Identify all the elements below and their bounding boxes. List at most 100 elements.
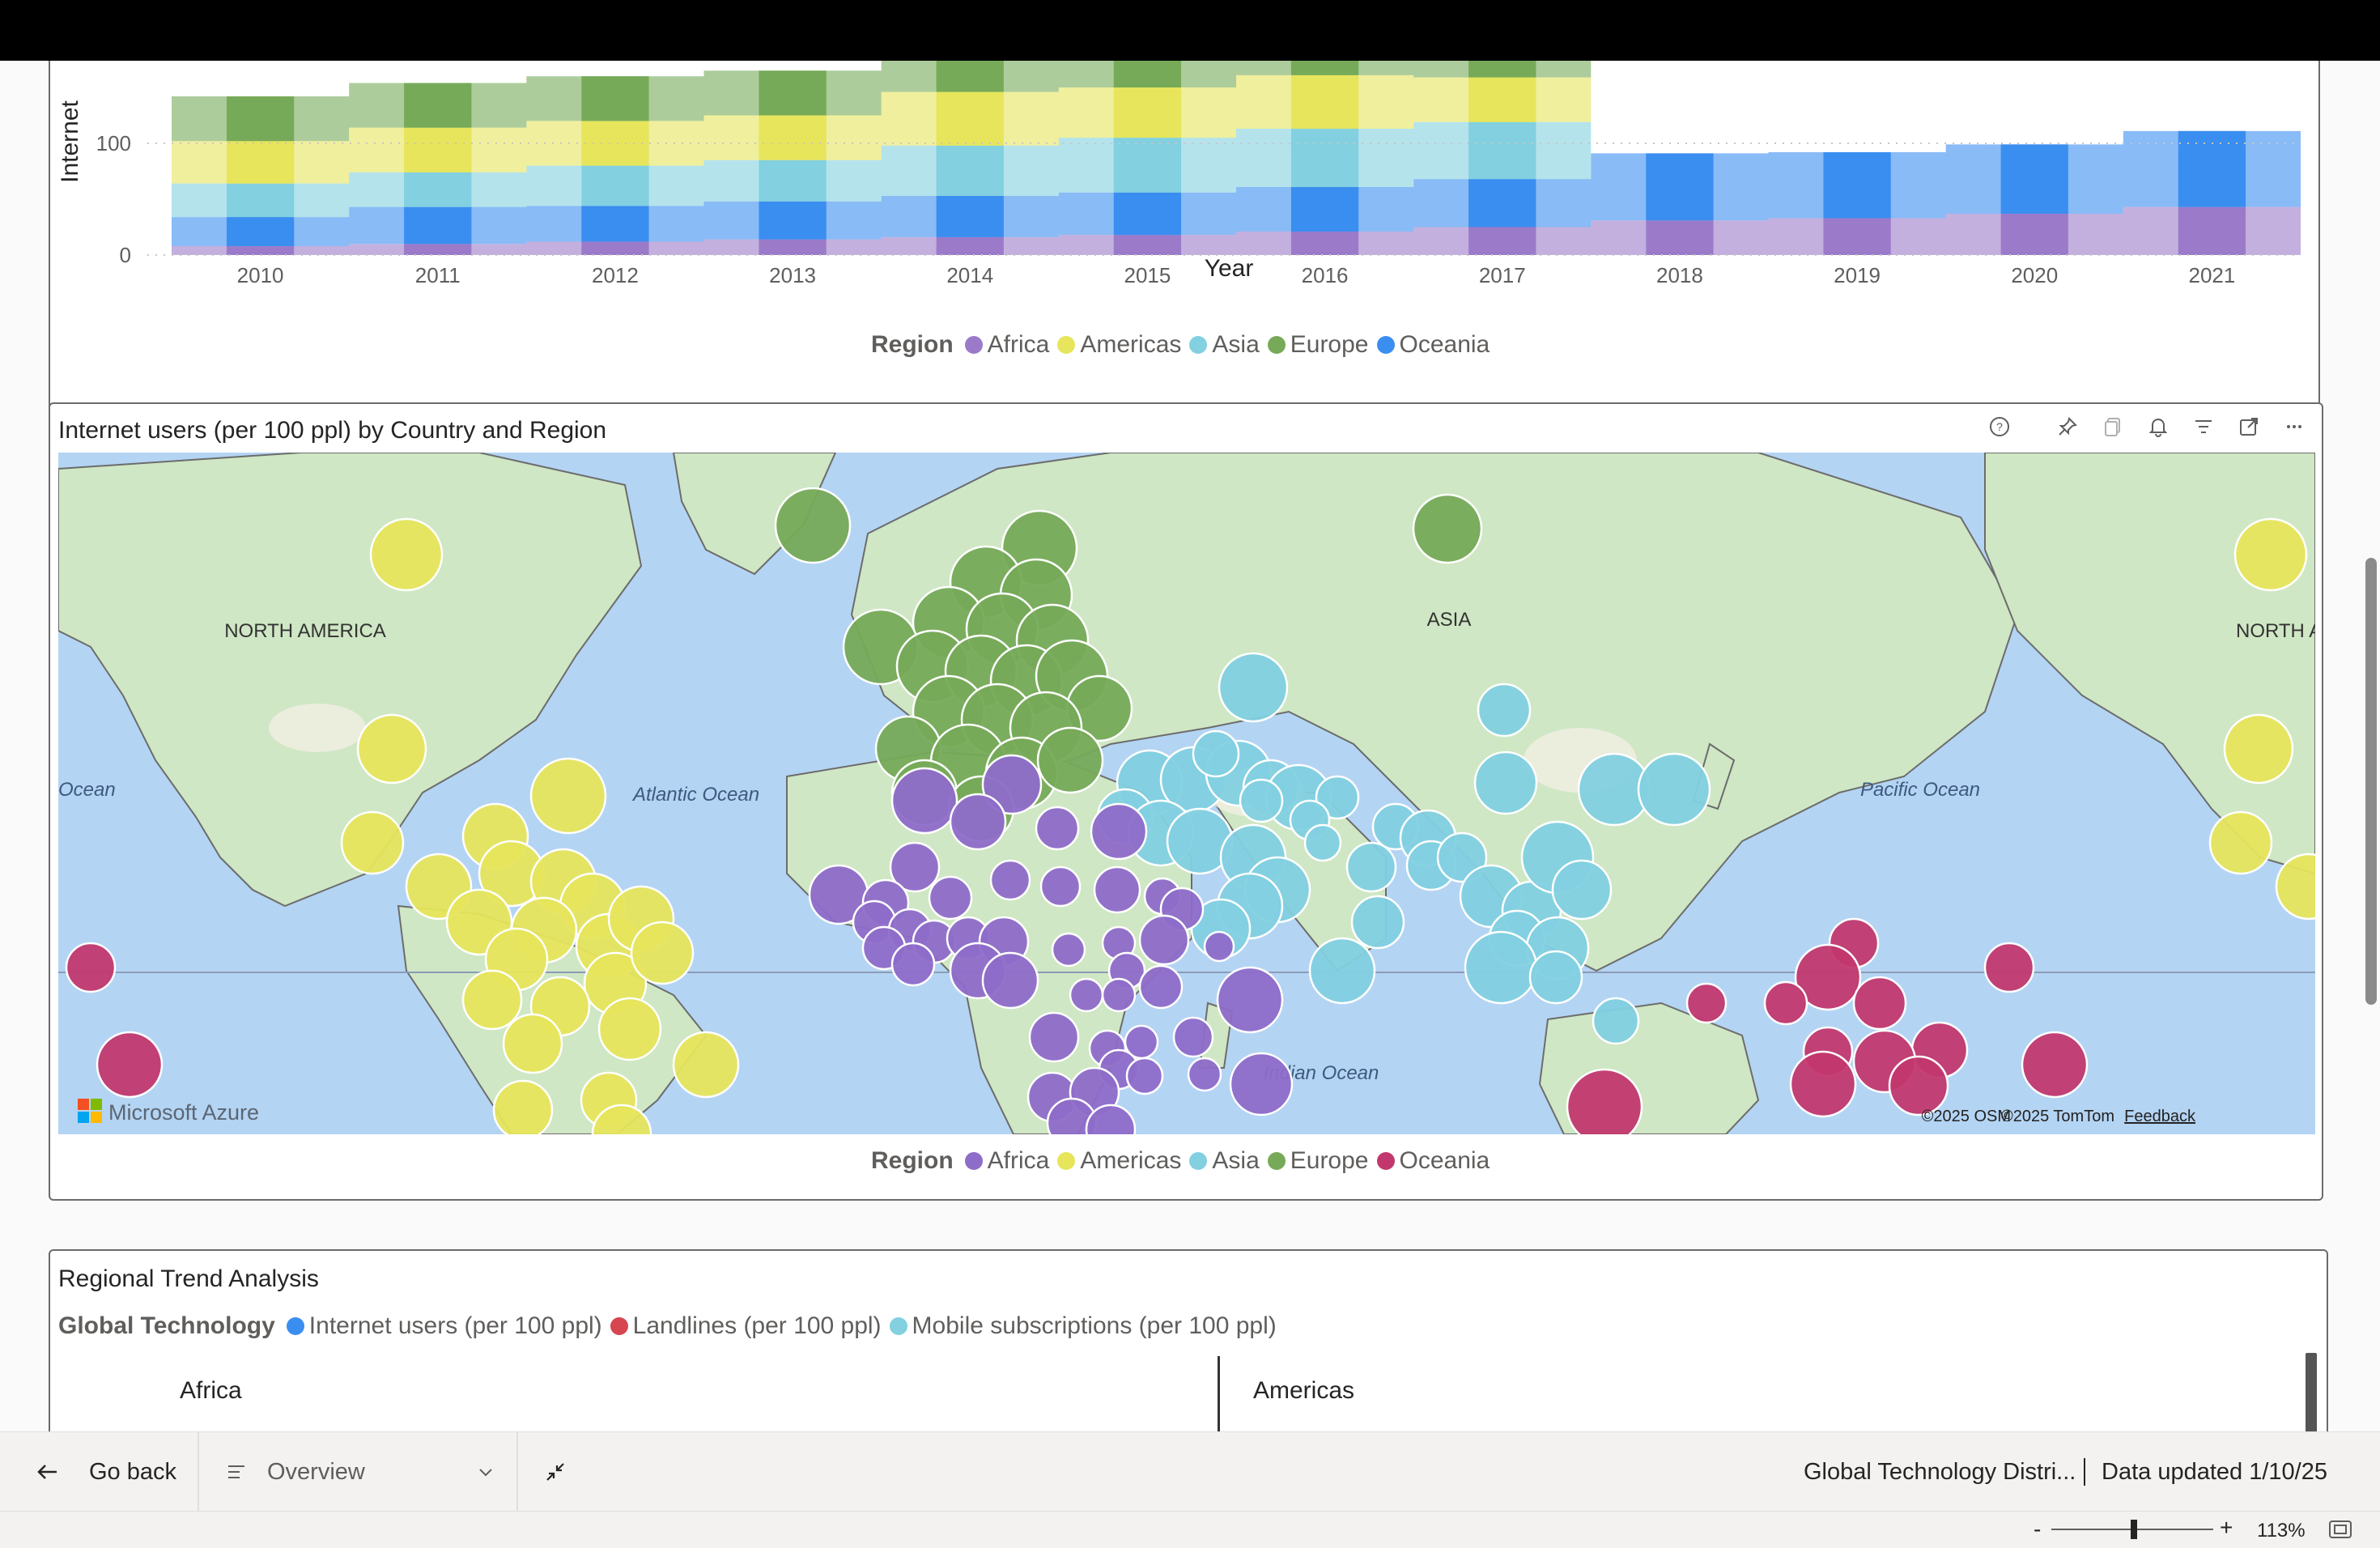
bubble-americas [529, 757, 607, 835]
stream-column-segment [404, 206, 472, 245]
trend-scrollbar[interactable] [2306, 1353, 2317, 1431]
stream-column-segment [936, 236, 1004, 255]
bubble-oceania [1852, 976, 1907, 1031]
bubble-africa [989, 859, 1031, 901]
bubble-americas [2233, 517, 2308, 592]
stream-column-segment [759, 239, 827, 255]
data-updated-text: Data updated 1/10/25 [2102, 1458, 2327, 1485]
stream-column-segment [759, 201, 827, 240]
y-axis-title: Internet [57, 100, 83, 182]
stream-column-segment [404, 244, 472, 255]
bubble-africa [1035, 806, 1080, 851]
bubble-oceania [2021, 1031, 2089, 1099]
x-tick-label: 2021 [2188, 263, 2235, 287]
stream-column-segment [581, 121, 649, 166]
fit-to-page-icon[interactable] [2328, 1519, 2352, 1540]
map-legend-item[interactable]: Africa [964, 1147, 1049, 1175]
stream-legend-item[interactable]: Oceania [1376, 331, 1490, 359]
stream-areas [172, 61, 2301, 255]
bubble-oceania [65, 942, 117, 993]
trend-legend-item[interactable]: Internet users (per 100 ppl) [286, 1312, 602, 1340]
bubble-africa [928, 875, 973, 921]
legend-dot-icon [1376, 1152, 1395, 1170]
legend-dot-icon [610, 1317, 628, 1335]
legend-dot-icon [1267, 336, 1286, 354]
map-legend-item[interactable]: Oceania [1376, 1147, 1490, 1175]
page-selector-dropdown[interactable]: Overview [227, 1432, 494, 1512]
stream-column-segment [404, 83, 472, 128]
panel-label-africa: Africa [180, 1377, 242, 1404]
pin-icon[interactable] [2051, 410, 2084, 443]
trend-legend-item[interactable]: Mobile subscriptions (per 100 ppl) [889, 1312, 1277, 1340]
trend-card-title: Regional Trend Analysis [58, 1265, 319, 1292]
stream-y-ticks: 0 100 [96, 131, 131, 267]
zoom-out-button[interactable]: - [2034, 1516, 2041, 1542]
feedback-link[interactable]: Feedback [2124, 1108, 2196, 1125]
bell-icon[interactable] [2142, 410, 2174, 443]
bubble-asia [1218, 652, 1289, 723]
status-bar: - + 113% [0, 1511, 2380, 1548]
map-label-ocean-left: Ocean [58, 779, 116, 801]
arrow-left-icon [37, 1465, 57, 1479]
collapse-button[interactable] [544, 1432, 567, 1512]
x-axis-title: Year [1205, 255, 1254, 282]
copy-icon[interactable] [2097, 410, 2129, 443]
stream-column-segment [404, 172, 472, 207]
zoom-in-button[interactable]: + [2220, 1515, 2233, 1541]
map-legend-item[interactable]: Americas [1057, 1147, 1181, 1175]
bubble-africa [981, 951, 1039, 1010]
map-legend-item[interactable]: Europe [1267, 1147, 1369, 1175]
bubble-americas [2223, 713, 2294, 785]
more-options-icon[interactable] [2278, 410, 2310, 443]
bubble-asia [1473, 751, 1538, 815]
map-card[interactable]: Internet users (per 100 ppl) by Country … [49, 402, 2323, 1201]
bubble-africa [890, 767, 958, 835]
go-back-label: Go back [89, 1458, 176, 1485]
bubble-africa [890, 942, 936, 987]
map-legend-item[interactable]: Asia [1189, 1147, 1260, 1175]
stream-column-segment [581, 165, 649, 206]
trend-legend-item[interactable]: Landlines (per 100 ppl) [610, 1312, 882, 1340]
help-icon[interactable]: ? [1983, 410, 2016, 443]
x-tick-label: 2014 [946, 263, 993, 287]
stream-legend-item[interactable]: Europe [1267, 331, 1369, 359]
zoom-slider-thumb[interactable] [2131, 1520, 2137, 1539]
stream-legend-item[interactable]: Asia [1189, 331, 1260, 359]
svg-text:?: ? [1996, 420, 2003, 433]
bubble-africa [1028, 1011, 1080, 1063]
legend-dot-icon [889, 1317, 907, 1335]
x-tick-label: 2016 [1302, 263, 1349, 287]
bubble-americas [2208, 810, 2273, 875]
legend-label: Landlines (per 100 ppl) [632, 1312, 882, 1339]
stream-legend-title: Region [871, 331, 954, 358]
legend-dot-icon [1267, 1152, 1286, 1170]
bubble-oceania [1888, 1055, 1949, 1116]
trend-legend-items: Internet users (per 100 ppl) Landlines (p… [286, 1312, 1285, 1340]
bubble-africa [1051, 932, 1086, 968]
map-area[interactable]: NORTH AMERICA NORTH AMERIC ASIA Atlantic… [58, 453, 2315, 1134]
bubble-africa [1216, 966, 1284, 1034]
bubble-africa [1093, 865, 1141, 914]
divider [198, 1432, 199, 1512]
legend-dot-icon [964, 336, 983, 354]
stream-legend-item[interactable]: Americas [1057, 331, 1181, 359]
go-back-button[interactable]: Go back [36, 1432, 176, 1512]
report-name: Global Technology Distri... [1804, 1458, 2076, 1485]
stream-chart-card[interactable]: 0 100 2010 2011 2012 2013 2014 2015 2016 2017 201… [49, 61, 2320, 410]
map-legend-title: Region [871, 1147, 954, 1174]
map-legend-items: Africa Americas Asia Europe Oceania [964, 1147, 1498, 1175]
bubble-americas [502, 1013, 563, 1074]
trend-card[interactable]: Regional Trend Analysis Global Technolog… [49, 1249, 2328, 1431]
map-label-north-america: NORTH AMERICA [224, 620, 386, 642]
stream-legend-item[interactable]: Africa [964, 331, 1050, 359]
bubble-africa [1229, 1052, 1294, 1116]
filter-icon[interactable] [2187, 410, 2220, 443]
x-tick-label: 2019 [1834, 263, 1881, 287]
legend-label: Mobile subscriptions (per 100 ppl) [912, 1312, 1277, 1339]
focus-mode-icon[interactable] [2233, 410, 2265, 443]
legend-label: Africa [987, 331, 1050, 358]
bubble-americas [492, 1079, 554, 1134]
page-vertical-scrollbar[interactable] [2365, 558, 2377, 1005]
map-label-asia: ASIA [1427, 609, 1472, 631]
panel-divider [1218, 1356, 1220, 1431]
